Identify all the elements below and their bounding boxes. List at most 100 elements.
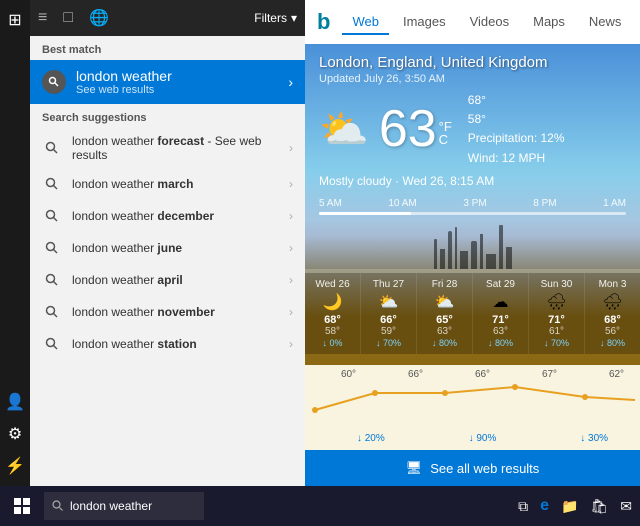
suggestion-text-march: london weather march	[72, 177, 289, 191]
hamburger-icon[interactable]: ≡	[38, 9, 47, 27]
weather-temperature: 63	[379, 103, 437, 155]
edge-icon[interactable]: e	[540, 497, 549, 515]
search-circle-icon	[42, 70, 66, 94]
suggestion-arrow-icon: ›	[289, 209, 293, 223]
city-backdrop	[305, 219, 640, 269]
suggestion-item-december[interactable]: london weather december ›	[30, 200, 305, 232]
forecast-icon: 🌙	[307, 292, 358, 312]
taskbar-search-input[interactable]	[70, 499, 180, 513]
best-match-arrow-icon: ›	[288, 74, 293, 90]
monitor-icon: 🖥	[406, 460, 423, 476]
bing-logo: b	[317, 9, 330, 35]
left-sidebar: ⊞ 👤 ⚙ ⚡	[0, 0, 30, 486]
search-icon	[42, 334, 62, 354]
search-icon	[42, 174, 62, 194]
search-icon	[42, 238, 62, 258]
tab-web[interactable]: Web	[342, 10, 389, 35]
suggestion-text-april: london weather april	[72, 273, 289, 287]
hourly-label-1am: 1 AM	[603, 198, 626, 209]
forecast-low: 58°	[307, 326, 358, 337]
forecast-fri[interactable]: Fri 28 ⛅ 65° 63° ↓ 80%	[417, 273, 473, 354]
store-icon[interactable]: 🛍	[590, 498, 608, 515]
suggestion-arrow-icon: ›	[289, 273, 293, 287]
graph-temp-labels: 60° 66° 66° 67° 62°	[315, 369, 640, 380]
best-match-label: Best match	[30, 36, 305, 60]
tab-images[interactable]: Images	[393, 10, 456, 35]
suggestion-text-june: london weather june	[72, 241, 289, 255]
forecast-rain: ↓ 0%	[307, 338, 358, 348]
suggestion-item-station[interactable]: london weather station ›	[30, 328, 305, 360]
suggestion-arrow-icon: ›	[289, 141, 293, 155]
chevron-down-icon: ▾	[291, 11, 297, 25]
hourly-label-5am: 5 AM	[319, 198, 342, 209]
weather-city: London, England, United Kingdom	[305, 44, 640, 73]
suggestion-item-forecast[interactable]: london weather forecast - See web result…	[30, 128, 305, 168]
hourly-current-indicator	[319, 212, 411, 215]
mail-icon[interactable]: ✉	[620, 498, 632, 515]
start-button[interactable]	[8, 492, 36, 520]
best-match-item[interactable]: london weather See web results ›	[30, 60, 305, 104]
weather-panel: b Web Images Videos Maps News London, En…	[305, 0, 640, 486]
sidebar-home-icon[interactable]: ⊞	[3, 8, 27, 32]
sidebar-settings-icon[interactable]: ⚙	[3, 422, 27, 446]
hourly-label-3pm: 3 PM	[463, 198, 486, 209]
search-icon	[42, 302, 62, 322]
search-topbar: ≡ □ 🌐 Filters ▾	[30, 0, 305, 36]
task-view-icon[interactable]: ⧉	[518, 498, 528, 515]
hourly-label-8pm: 8 PM	[533, 198, 556, 209]
weather-updated: Updated July 26, 3:50 AM	[305, 73, 640, 91]
weather-description: Mostly cloudy · Wed 26, 8:15 AM	[305, 174, 640, 194]
tab-maps[interactable]: Maps	[523, 10, 575, 35]
forecast-high: 68°	[307, 314, 358, 326]
hourly-labels: 5 AM 10 AM 3 PM 8 PM 1 AM	[319, 198, 626, 209]
document-icon[interactable]: □	[63, 9, 73, 27]
search-icon	[42, 206, 62, 226]
taskbar-search-box[interactable]	[44, 492, 204, 520]
temperature-graph: 60° 66° 66° 67° 62° ↓ 20% ↓ 90% ↓ 30%	[305, 365, 640, 450]
suggestion-arrow-icon: ›	[289, 241, 293, 255]
suggestion-item-april[interactable]: london weather april ›	[30, 264, 305, 296]
rain-label-1: ↓ 20%	[357, 433, 385, 444]
forecast-sun[interactable]: Sun 30 🌧 71° 61° ↓ 70%	[529, 273, 585, 354]
weather-details: 68° 58° Precipitation: 12% Wind: 12 MPH	[468, 91, 565, 168]
globe-icon[interactable]: 🌐	[89, 8, 109, 28]
bing-tabs: b Web Images Videos Maps News	[305, 0, 640, 44]
taskbar-app-icons: ⧉ e 📁 🛍 ✉	[518, 497, 632, 515]
best-match-text: london weather See web results	[76, 68, 288, 96]
graph-rain-labels: ↓ 20% ↓ 90% ↓ 30%	[315, 433, 640, 444]
suggestion-arrow-icon: ›	[289, 337, 293, 351]
filters-button[interactable]: Filters ▾	[254, 11, 297, 25]
see-all-results-button[interactable]: 🖥 See all web results	[305, 450, 640, 486]
suggestion-text-forecast: london weather forecast - See web result…	[72, 134, 289, 162]
forecast-sat[interactable]: Sat 29 ☁ 71° 63° ↓ 80%	[473, 273, 529, 354]
rain-label-3: ↓ 30%	[580, 433, 608, 444]
search-icon	[42, 138, 62, 158]
sidebar-power-icon[interactable]: ⚡	[3, 454, 27, 478]
tab-videos[interactable]: Videos	[460, 10, 520, 35]
suggestion-item-november[interactable]: london weather november ›	[30, 296, 305, 328]
skyline	[434, 225, 512, 269]
suggestion-arrow-icon: ›	[289, 305, 293, 319]
hourly-bar: 5 AM 10 AM 3 PM 8 PM 1 AM	[305, 194, 640, 219]
forecast-wed[interactable]: Wed 26 🌙 68° 58° ↓ 0%	[305, 273, 361, 354]
rain-label-2: ↓ 90%	[469, 433, 497, 444]
taskbar-search-icon	[52, 500, 64, 512]
suggestion-item-june[interactable]: london weather june ›	[30, 232, 305, 264]
tab-news[interactable]: News	[579, 10, 632, 35]
weather-unit: °F C	[439, 112, 452, 146]
cloud-icon: ⛅	[319, 106, 369, 153]
daily-forecast: Wed 26 🌙 68° 58° ↓ 0% Thu 27 ⛅ 66° 59° ↓…	[305, 273, 640, 354]
suggestion-text-december: london weather december	[72, 209, 289, 223]
suggestion-text-station: london weather station	[72, 337, 289, 351]
search-icon	[42, 270, 62, 290]
sidebar-user-icon[interactable]: 👤	[3, 390, 27, 414]
suggestion-text-november: london weather november	[72, 305, 289, 319]
suggestion-item-march[interactable]: london weather march ›	[30, 168, 305, 200]
suggestion-arrow-icon: ›	[289, 177, 293, 191]
suggestions-label: Search suggestions	[30, 104, 305, 128]
weather-content: London, England, United Kingdom Updated …	[305, 44, 640, 365]
explorer-icon[interactable]: 📁	[561, 498, 578, 515]
forecast-mon[interactable]: Mon 3 🌧 68° 56° ↓ 80%	[585, 273, 640, 354]
forecast-thu[interactable]: Thu 27 ⛅ 66° 59° ↓ 70%	[361, 273, 417, 354]
taskbar: ⧉ e 📁 🛍 ✉	[0, 486, 640, 526]
